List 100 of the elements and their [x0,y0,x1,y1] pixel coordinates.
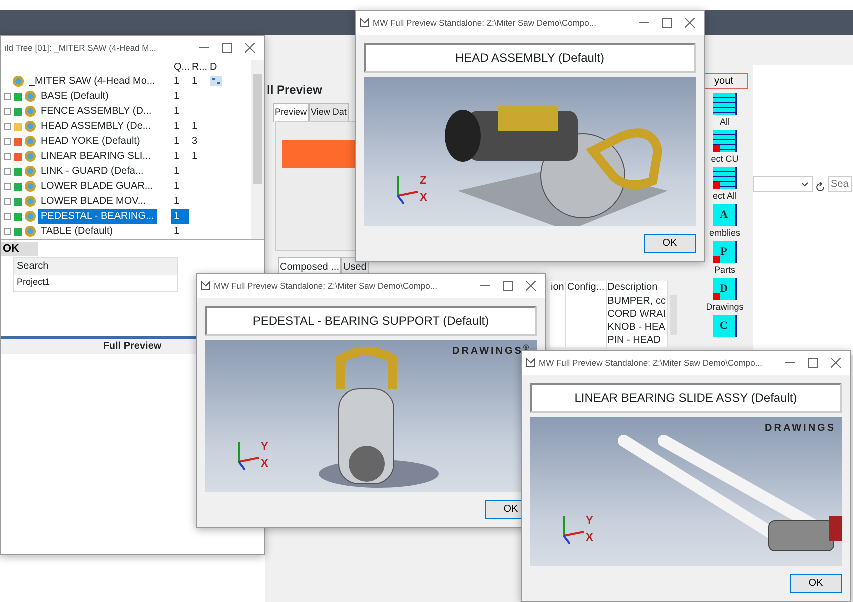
tree-item[interactable]: LOWER BLADE MOV... [38,194,149,209]
table-cell-text: 1 [173,135,181,149]
tree-item[interactable]: _MITER SAW (4-Head Mo... [26,74,158,89]
axis-label: X [261,456,268,472]
tree-item[interactable]: HEAD YOKE (Default) [38,134,144,149]
table-cell-text: 1 [191,150,199,164]
expand-icon[interactable] [4,183,11,190]
model-title: LINEAR BEARING SLIDE ASSY (Default) [530,383,842,413]
column-header[interactable]: Config... [566,281,606,295]
expand-icon[interactable] [4,93,11,100]
assembly-icon [24,226,36,237]
window-icon [360,17,370,29]
toolbar-label: ect All [712,191,737,202]
column-header[interactable]: ion [550,281,566,295]
logo: DRAWINGS$^{®}$ [452,344,531,359]
logo: DRAWINGS [765,422,836,436]
tree-item[interactable]: LINK - GUARD (Defa... [38,164,147,179]
axis-label: X [586,530,594,546]
close-icon[interactable] [831,358,841,368]
search-field[interactable]: Sea [828,176,852,192]
window-icon [526,357,536,369]
table-cell-text: 1 [173,120,181,134]
table-cell: 1 [171,209,189,224]
column-header: Search [14,258,177,275]
window-title: MW Full Preview Standalone: Z:\Miter Saw Demo\Compo... [214,280,438,292]
column-header[interactable]: D [207,60,229,74]
window-icon [201,280,211,292]
axis-label: Y [586,514,594,529]
assembly-icon [24,121,36,132]
expand-icon[interactable] [4,153,11,160]
tree-item[interactable]: LINEAR BEARING SLI... [38,149,154,164]
toolbar-icon[interactable] [713,93,737,115]
table-cell-text: 1 [173,195,181,209]
assembly-icon [24,166,36,177]
maximize-icon[interactable] [222,43,232,53]
model-title: HEAD ASSEMBLY (Default) [364,43,696,73]
assembly-icon [24,91,36,102]
toolbar-icon[interactable]: A [713,204,737,226]
axis-label: Z [420,174,428,189]
table-cell-text: 1 [191,75,199,89]
tree-item[interactable]: BASE (Default) [38,89,112,104]
expand-icon[interactable] [4,138,11,145]
assembly-icon [24,106,36,117]
toolbar-label: ect CU [711,154,739,165]
tab[interactable]: Preview [273,103,310,122]
scrollbar [668,281,679,347]
toolbar-icon[interactable]: P [713,241,737,263]
refresh-icon[interactable] [816,182,826,192]
table-cell-text: PIN - HEAD [606,334,662,347]
expand-icon[interactable] [4,168,11,175]
close-icon[interactable] [526,281,536,291]
assembly-icon [13,76,24,87]
table-cell-text: 3 [191,135,199,149]
tree-item[interactable]: PEDESTAL - BEARING... [38,209,158,224]
table-cell-text: 1 [173,225,181,239]
table-cell: BUMPER, cc [606,295,667,308]
model-title: PEDESTAL - BEARING SUPPORT (Default) [205,306,537,336]
expand-icon[interactable] [4,228,11,235]
toolbar-icon[interactable]: C [713,315,737,337]
column-header[interactable]: Q... [171,60,189,74]
panel-title: ll Preview [267,82,322,99]
expand-icon[interactable] [4,198,11,205]
assembly-icon [24,211,36,222]
table-cell-text: 1 [173,180,181,194]
assembly-icon [24,136,36,147]
toolbar-icon[interactable]: D [713,278,737,300]
table-cell-text: 1 [173,75,181,89]
dropdown-field[interactable] [753,176,813,192]
window-title: ild Tree [01]: _MITER SAW (4-Head M... [5,42,158,54]
toolbar-icon[interactable] [713,167,737,189]
assembly-icon [24,151,36,162]
maximize-icon[interactable] [808,358,818,368]
tab[interactable]: View Dat [309,103,349,122]
expand-icon[interactable] [4,123,11,130]
toolbar-label: Drawings [706,302,744,313]
axis-label: X [420,190,428,206]
column-header[interactable]: R... [189,60,207,74]
maximize-icon[interactable] [503,281,513,291]
toolbar-label: emblies [709,228,740,239]
table-cell-text: Project1 [16,276,52,289]
tree-item[interactable]: FENCE ASSEMBLY (D... [38,104,155,119]
close-icon[interactable] [685,18,695,28]
expand-icon[interactable] [4,108,11,115]
ok-button[interactable]: OK [1,242,38,256]
tree-item[interactable]: HEAD ASSEMBLY (De... [38,119,154,134]
assembly-icon [24,181,36,192]
ok-button[interactable]: OK [790,574,842,593]
tree-item[interactable]: TABLE (Default) [38,224,116,239]
table-cell-text: 1 [191,120,199,134]
table-cell: CORD WRAI [606,308,667,321]
toolbar-label: All [720,117,730,128]
toolbar-icon[interactable] [713,130,737,152]
column-header[interactable]: Description [606,281,667,295]
maximize-icon[interactable] [662,18,672,28]
expand-icon[interactable] [4,213,11,220]
close-icon[interactable] [245,43,255,53]
chevron-icon [801,180,809,188]
toolbar-label: Parts [714,265,736,276]
ok-button[interactable]: OK [644,234,696,253]
tree-item[interactable]: LOWER BLADE GUAR... [38,179,156,194]
